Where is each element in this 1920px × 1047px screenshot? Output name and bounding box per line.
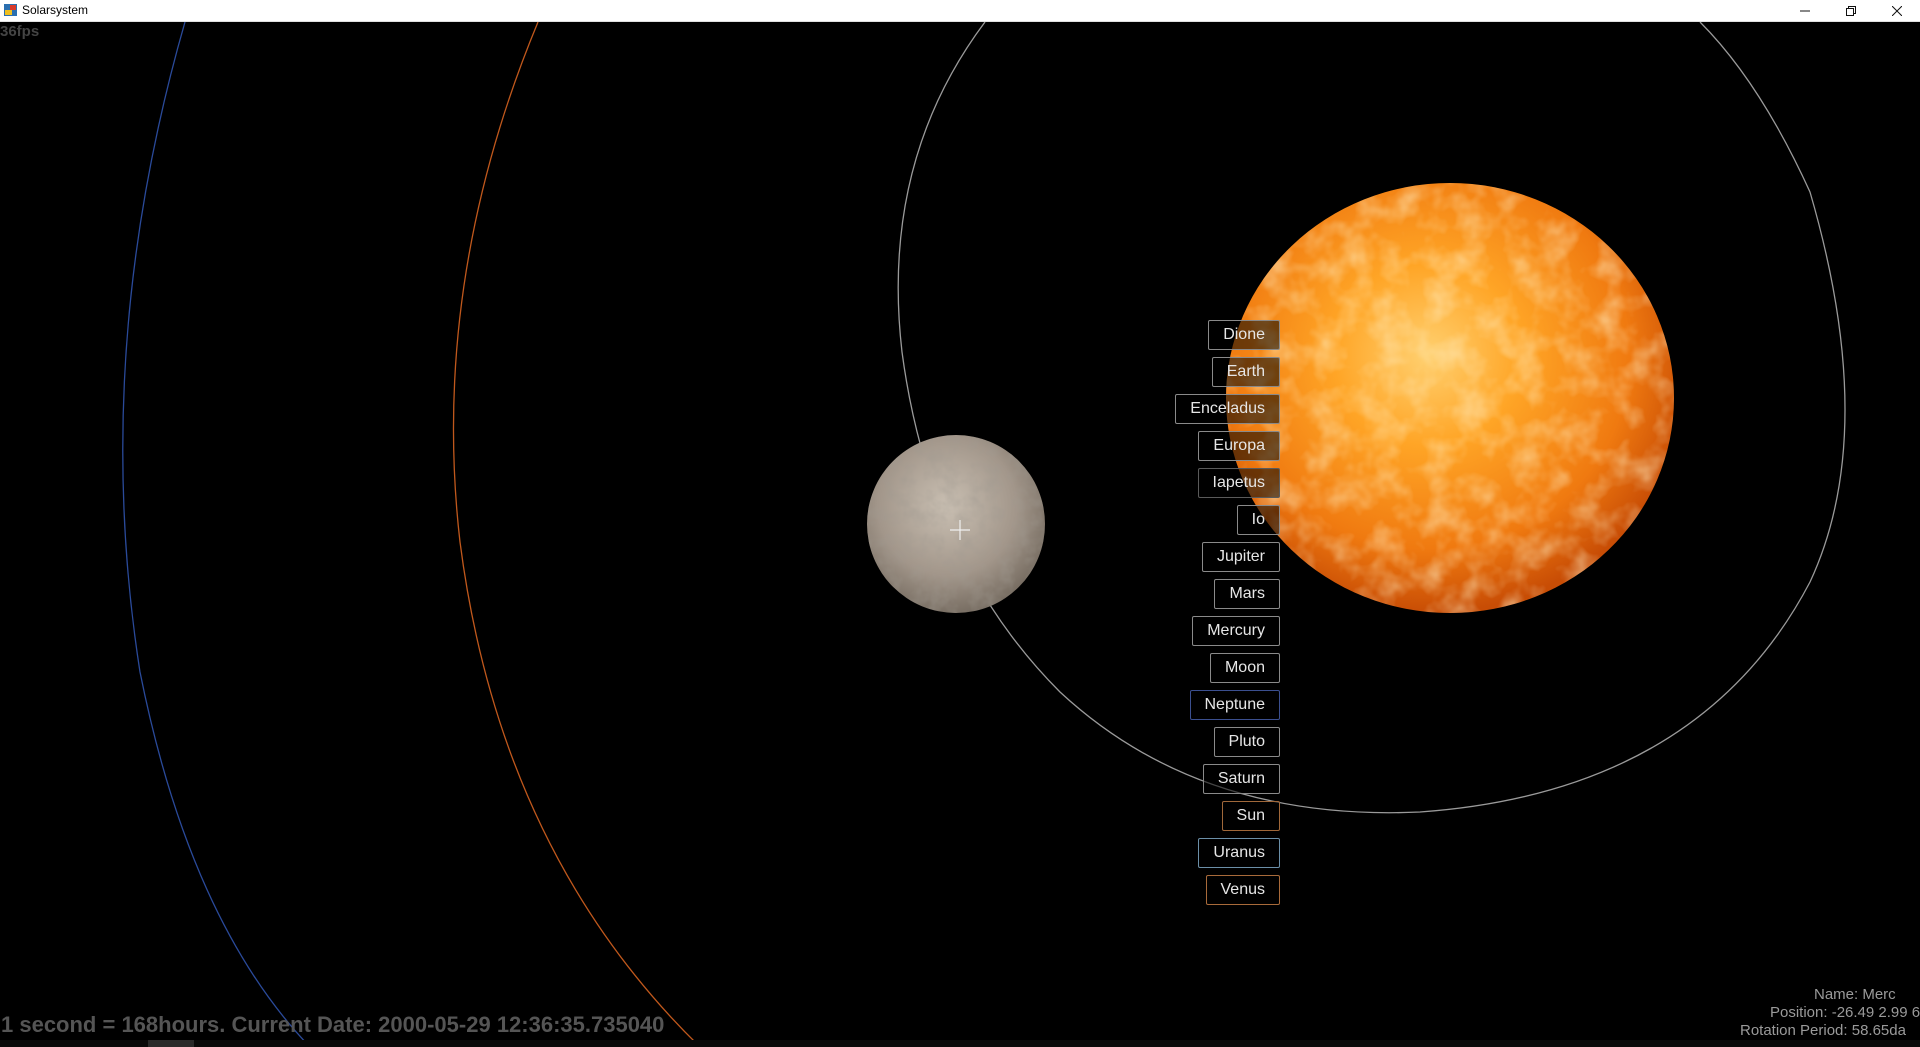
planet-button-jupiter[interactable]: Jupiter — [1201, 542, 1280, 572]
info-rotation: Rotation Period: 58.65da — [1740, 1022, 1906, 1039]
orbit-jupiter — [452, 22, 701, 1047]
window-title: Solarsystem — [22, 3, 89, 17]
info-panel: Name: Merc Position: -26.49 2.99 6 Rotat… — [1720, 986, 1920, 1046]
fps-counter: 36fps — [0, 23, 40, 40]
mercury[interactable] — [860, 432, 1050, 622]
app-icon — [4, 4, 17, 16]
planet-button-neptune[interactable]: Neptune — [1189, 690, 1280, 720]
planet-button-moon[interactable]: Moon — [1209, 653, 1280, 683]
planet-button-venus[interactable]: Venus — [1205, 875, 1280, 905]
planet-button-sun[interactable]: Sun — [1221, 801, 1280, 831]
sun[interactable] — [1220, 177, 1680, 617]
bottom-strip — [0, 1040, 1920, 1047]
planet-button-io[interactable]: Io — [1236, 505, 1280, 535]
planet-button-earth[interactable]: Earth — [1211, 357, 1280, 387]
restore-button[interactable] — [1828, 0, 1874, 21]
orbit-neptune — [122, 22, 311, 1047]
info-position: Position: -26.49 2.99 6 — [1770, 1004, 1920, 1021]
planet-button-saturn[interactable]: Saturn — [1202, 764, 1280, 794]
bottom-tab[interactable] — [148, 1040, 194, 1047]
restore-icon — [1846, 5, 1856, 16]
planet-button-pluto[interactable]: Pluto — [1213, 727, 1280, 757]
solar-scene[interactable] — [0, 22, 1920, 1047]
info-name: Name: Merc — [1814, 986, 1896, 1003]
planet-button-mars[interactable]: Mars — [1214, 579, 1280, 609]
minimize-button[interactable] — [1782, 0, 1828, 21]
time-status: 1 second = 168hours. Current Date: 2000-… — [1, 1012, 665, 1037]
planet-button-uranus[interactable]: Uranus — [1198, 838, 1280, 868]
planet-button-europa[interactable]: Europa — [1198, 431, 1280, 461]
minimize-icon — [1800, 10, 1810, 11]
planet-button-dione[interactable]: Dione — [1208, 320, 1280, 350]
close-icon — [1892, 5, 1902, 16]
planet-button-mercury[interactable]: Mercury — [1192, 616, 1280, 646]
title-bar: Solarsystem — [0, 0, 1920, 22]
planet-button-enceladus[interactable]: Enceladus — [1175, 394, 1280, 424]
close-button[interactable] — [1874, 0, 1920, 21]
3d-viewport[interactable]: 36fps Dione Earth Enceladus Europa Iapetus Io… — [0, 22, 1920, 1047]
planet-button-iapetus[interactable]: Iapetus — [1197, 468, 1280, 498]
